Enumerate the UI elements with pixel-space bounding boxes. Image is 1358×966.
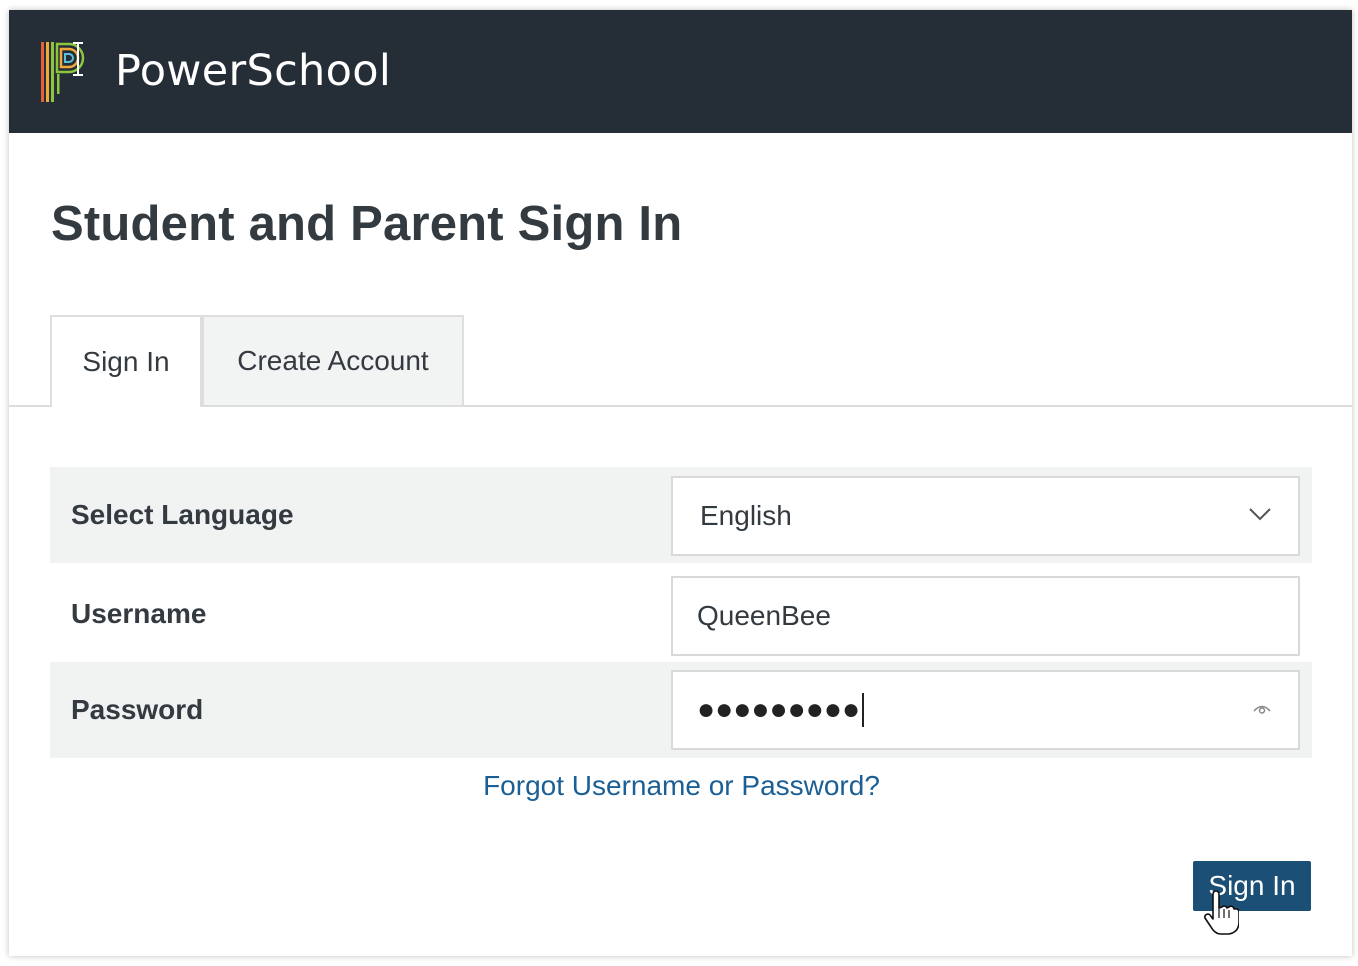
page-title: Student and Parent Sign In bbox=[51, 197, 683, 251]
app-header: PowerSchool bbox=[9, 10, 1352, 133]
hand-cursor-icon bbox=[1204, 890, 1239, 935]
text-caret bbox=[862, 693, 865, 727]
username-value: QueenBee bbox=[697, 600, 831, 631]
tab-create-account[interactable]: Create Account bbox=[202, 315, 464, 405]
sign-in-window: PowerSchool Student and Parent Sign In S… bbox=[9, 10, 1352, 956]
language-selected-value: English bbox=[700, 500, 792, 531]
forgot-username-password-link[interactable]: Forgot Username or Password? bbox=[9, 770, 1352, 802]
language-select[interactable]: English bbox=[671, 476, 1300, 556]
password-label: Password bbox=[71, 694, 204, 725]
language-label: Select Language bbox=[71, 499, 294, 530]
chevron-down-icon bbox=[1249, 508, 1271, 521]
password-masked-value: ●●●●●●●●● bbox=[673, 693, 865, 727]
eye-icon[interactable] bbox=[1252, 702, 1272, 716]
powerschool-logo-icon bbox=[41, 42, 85, 102]
language-row: Select Language English bbox=[50, 467, 1312, 563]
username-label: Username bbox=[71, 598, 207, 629]
tab-bar: Sign In Create Account bbox=[9, 315, 1352, 407]
username-row: Username QueenBee bbox=[50, 566, 1312, 662]
password-input[interactable]: ●●●●●●●●● bbox=[671, 670, 1300, 750]
brand-name: PowerSchool bbox=[115, 46, 392, 96]
tab-sign-in[interactable]: Sign In bbox=[50, 315, 202, 407]
password-row: Password ●●●●●●●●● bbox=[50, 662, 1312, 758]
username-input[interactable]: QueenBee bbox=[671, 576, 1300, 656]
